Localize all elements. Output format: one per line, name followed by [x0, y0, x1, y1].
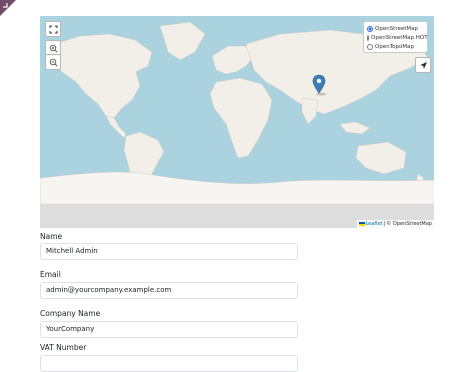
app-corner-badge[interactable] [0, 0, 16, 16]
map-attribution: Leaflet | © OpenStreetMap [356, 220, 434, 228]
ukraine-flag-icon [358, 222, 365, 226]
map-marker-icon[interactable] [312, 74, 326, 96]
email-label: Email [40, 270, 61, 279]
map-widget[interactable]: OpenStreetMap OpenStreetMap.HOT OpenTopo… [40, 16, 434, 228]
layer-option-opentopo[interactable]: OpenTopoMap [367, 42, 424, 51]
osm-attribution[interactable]: © OpenStreetMap [386, 221, 432, 227]
locate-arrow-icon [419, 61, 427, 69]
layer-switcher: OpenStreetMap OpenStreetMap.HOT OpenTopo… [363, 21, 428, 53]
layer-option-osm[interactable]: OpenStreetMap [367, 24, 424, 33]
locate-button[interactable] [415, 57, 431, 73]
zoom-in-icon [49, 44, 58, 53]
zoom-out-icon [49, 58, 58, 67]
fullscreen-button[interactable] [45, 21, 61, 37]
chevron-icon [3, 3, 8, 8]
layer-label: OpenStreetMap.HOT [371, 34, 428, 41]
layer-label: OpenTopoMap [375, 43, 414, 50]
attribution-separator: | [383, 221, 386, 227]
name-label: Name [40, 232, 63, 241]
name-field[interactable]: Mitchell Admin [40, 243, 298, 260]
company-name-label: Company Name [40, 309, 101, 318]
leaflet-link[interactable]: Leaflet [366, 221, 383, 227]
vat-number-field[interactable] [40, 355, 298, 372]
radio-selected[interactable] [367, 25, 373, 32]
radio[interactable] [367, 34, 369, 41]
zoom-out-button[interactable] [45, 54, 61, 70]
layer-option-osm-hot[interactable]: OpenStreetMap.HOT [367, 33, 428, 42]
company-name-field[interactable]: YourCompany [40, 321, 298, 338]
fullscreen-icon [49, 25, 57, 33]
layer-label: OpenStreetMap [375, 25, 419, 32]
radio[interactable] [367, 43, 373, 50]
email-field[interactable]: admin@yourcompany.example.com [40, 282, 298, 299]
vat-number-label: VAT Number [40, 343, 87, 352]
